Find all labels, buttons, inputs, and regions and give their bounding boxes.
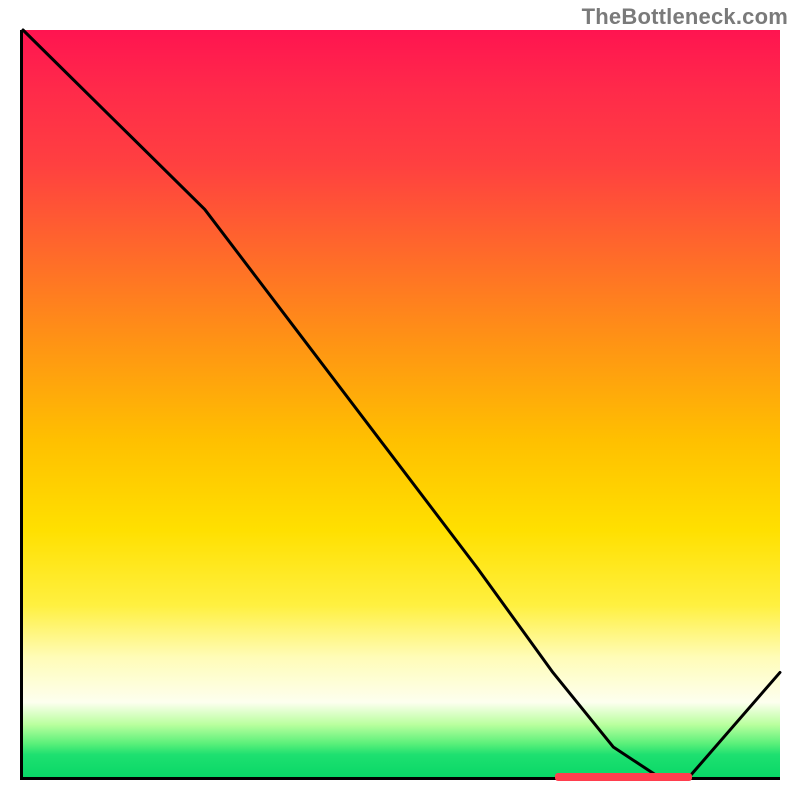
curve-path xyxy=(23,30,780,777)
bottom-marker xyxy=(555,773,692,781)
plot-area xyxy=(20,30,780,780)
chart-frame: TheBottleneck.com xyxy=(0,0,800,800)
data-curve xyxy=(23,30,780,777)
watermark: TheBottleneck.com xyxy=(582,4,788,30)
